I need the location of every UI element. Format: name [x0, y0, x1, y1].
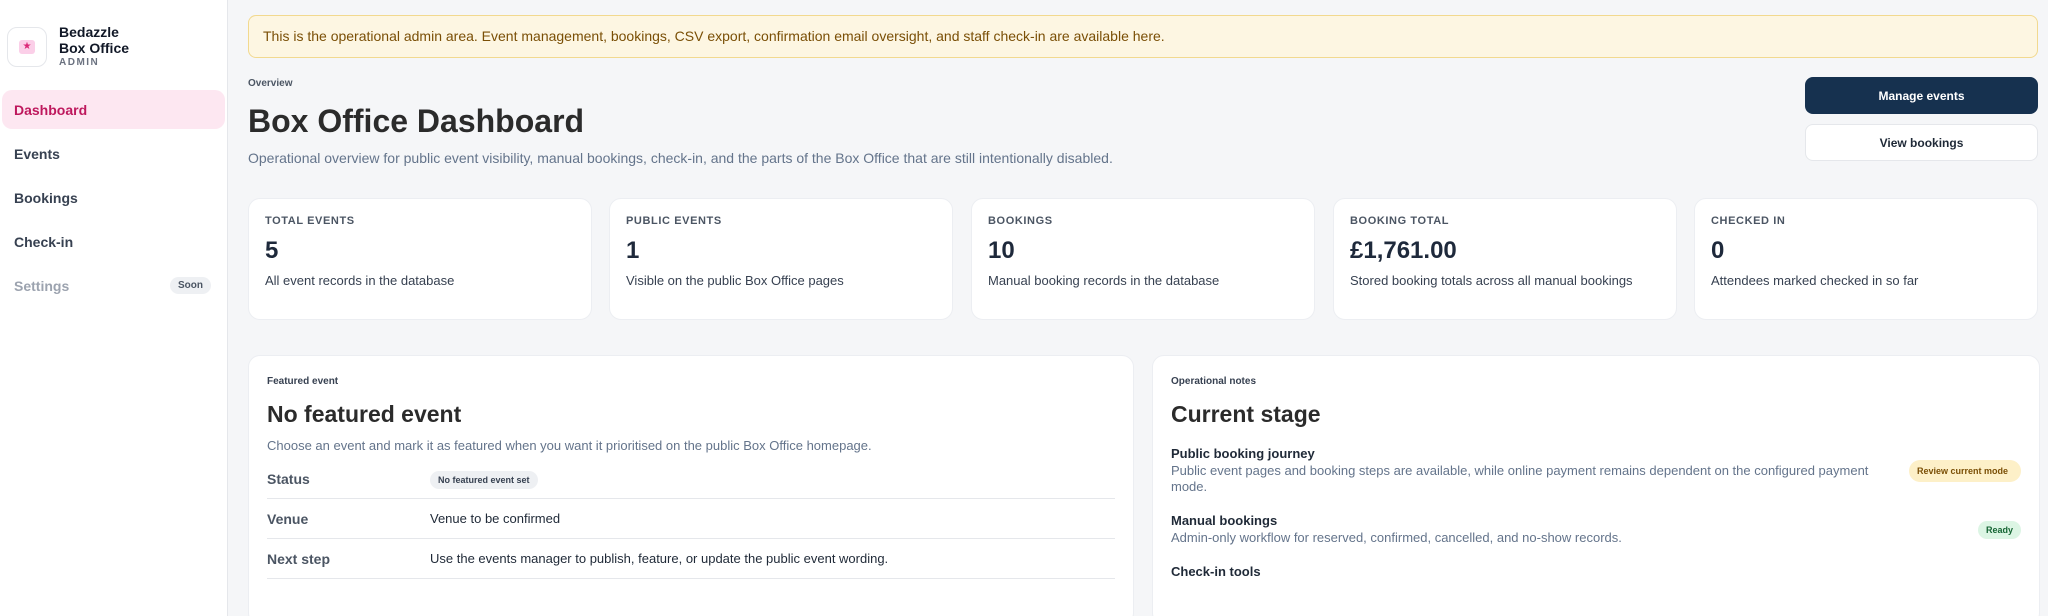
overview-label: Overview [248, 78, 293, 89]
note-check-in-tools: Check-in tools [1171, 564, 2021, 579]
stat-card-checked-in: CHECKED IN 0 Attendees marked checked in… [1694, 198, 2038, 320]
admin-notice-banner: This is the operational admin area. Even… [248, 15, 2038, 58]
stat-label: TOTAL EVENTS [265, 215, 355, 227]
stat-label: BOOKINGS [988, 215, 1053, 227]
note-description: Admin-only workflow for reserved, confir… [1171, 530, 1622, 545]
featured-event-details: Status No featured event set Venue Venue… [267, 459, 1115, 579]
brand-logo: ★ [7, 27, 47, 67]
sidebar-item-check-in[interactable]: Check-in [2, 222, 225, 261]
detail-row-venue: Venue Venue to be confirmed [267, 499, 1115, 539]
brand-text: Bedazzle Box Office ADMIN [59, 24, 129, 70]
sidebar-item-label: Check-in [14, 233, 74, 250]
brand[interactable]: ★ Bedazzle Box Office ADMIN [0, 0, 227, 80]
operational-notes-eyebrow: Operational notes [1171, 376, 1257, 387]
detail-key: Next step [267, 550, 331, 567]
star-icon: ★ [19, 40, 35, 54]
sidebar-item-label: Dashboard [14, 101, 88, 118]
stat-description: Attendees marked checked in so far [1711, 273, 1919, 288]
stat-description: Visible on the public Box Office pages [626, 273, 844, 288]
detail-key: Status [267, 470, 310, 487]
sidebar-item-settings: Settings Soon [2, 266, 225, 305]
stat-description: Manual booking records in the database [988, 273, 1220, 288]
stat-card-total-events: TOTAL EVENTS 5 All event records in the … [248, 198, 592, 320]
status-badge: No featured event set [430, 471, 538, 489]
main-content: This is the operational admin area. Even… [248, 0, 2040, 616]
sidebar-item-dashboard[interactable]: Dashboard [2, 90, 225, 129]
stat-label: PUBLIC EVENTS [626, 215, 722, 227]
note-title: Check-in tools [1171, 564, 1261, 579]
sidebar-item-label: Events [14, 145, 60, 162]
stat-value: 1 [626, 237, 640, 264]
stat-card-public-events: PUBLIC EVENTS 1 Visible on the public Bo… [609, 198, 953, 320]
stat-card-bookings: BOOKINGS 10 Manual booking records in th… [971, 198, 1315, 320]
brand-role: ADMIN [59, 57, 100, 68]
detail-value: Use the events manager to publish, featu… [430, 551, 889, 566]
stat-value: 5 [265, 237, 279, 264]
sidebar-nav: Dashboard Events Bookings Check-in Setti… [0, 80, 227, 305]
sidebar-item-bookings[interactable]: Bookings [2, 178, 225, 217]
view-bookings-button[interactable]: View bookings [1805, 124, 2038, 161]
note-body: Check-in tools [1171, 564, 1261, 579]
detail-key: Venue [267, 510, 309, 527]
note-title: Manual bookings [1171, 513, 1278, 528]
note-title: Public booking journey [1171, 446, 1315, 461]
status-badge: Review current mode [1909, 459, 2021, 482]
note-body: Manual bookings Admin-only workflow for … [1171, 513, 1871, 546]
detail-row-status: Status No featured event set [267, 459, 1115, 499]
stat-label: BOOKING TOTAL [1350, 215, 1450, 227]
note-manual-bookings: Manual bookings Admin-only workflow for … [1171, 513, 2021, 546]
sidebar: ★ Bedazzle Box Office ADMIN Dashboard Ev… [0, 0, 228, 616]
operational-notes-title: Current stage [1171, 401, 1321, 427]
stat-value: 0 [1711, 237, 1725, 264]
sidebar-item-events[interactable]: Events [2, 134, 225, 173]
featured-event-title: No featured event [267, 401, 462, 427]
stat-value: £1,761.00 [1350, 237, 1457, 264]
featured-event-card: Featured event No featured event Choose … [248, 355, 1134, 616]
stat-label: CHECKED IN [1711, 215, 1786, 227]
featured-event-subtitle: Choose an event and mark it as featured … [267, 438, 872, 453]
brand-name-line1: Bedazzle [59, 24, 119, 40]
stat-card-booking-total: BOOKING TOTAL £1,761.00 Stored booking t… [1333, 198, 1677, 320]
featured-event-eyebrow: Featured event [267, 376, 339, 387]
note-body: Public booking journey Public event page… [1171, 446, 1871, 495]
sidebar-item-label: Bookings [14, 189, 78, 206]
sidebar-item-label: Settings [14, 277, 70, 294]
detail-value: Venue to be confirmed [430, 511, 561, 526]
status-badge: Ready [1977, 520, 2021, 539]
stat-value: 10 [988, 237, 1015, 264]
detail-value: No featured event set [430, 471, 538, 489]
stat-description: All event records in the database [265, 273, 455, 288]
manage-events-button[interactable]: Manage events [1805, 77, 2038, 114]
note-public-booking-journey: Public booking journey Public event page… [1171, 446, 2021, 495]
detail-row-next-step: Next step Use the events manager to publ… [267, 539, 1115, 579]
soon-badge: Soon [170, 277, 211, 294]
note-description: Public event pages and booking steps are… [1171, 463, 1869, 494]
page-title: Box Office Dashboard [248, 103, 585, 139]
page-subtitle: Operational overview for public event vi… [248, 150, 1113, 166]
stats-row: TOTAL EVENTS 5 All event records in the … [248, 198, 2040, 320]
operational-notes-card: Operational notes Current stage Public b… [1152, 355, 2040, 616]
brand-name-line2: Box Office [59, 40, 130, 56]
stat-description: Stored booking totals across all manual … [1350, 273, 1633, 288]
